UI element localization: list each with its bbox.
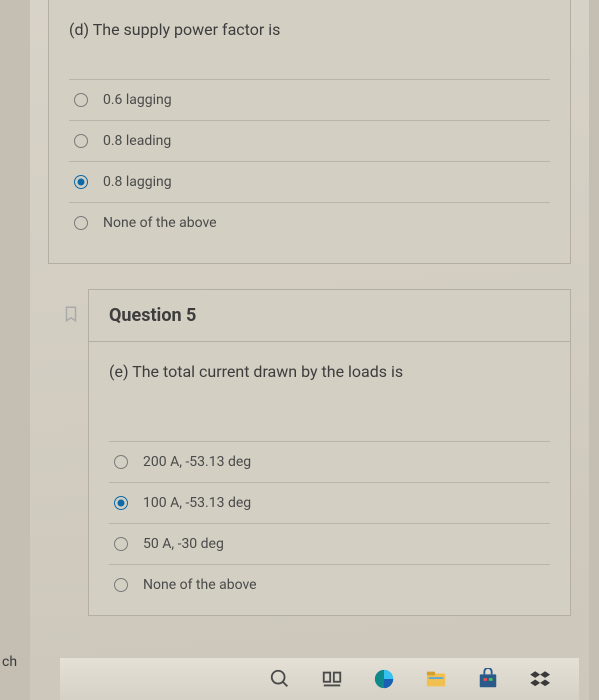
option-label: 0.6 lagging [103, 92, 172, 108]
question-5-title: Question 5 [109, 305, 550, 326]
option-row[interactable]: None of the above [109, 564, 550, 605]
question-5-card: Question 5 (e) The total current drawn b… [88, 289, 571, 616]
taskview-icon[interactable] [320, 667, 344, 691]
option-row[interactable]: 200 A, -53.13 deg [109, 441, 550, 482]
option-label: 0.8 leading [103, 133, 171, 149]
radio-icon[interactable] [114, 455, 128, 469]
option-label: None of the above [103, 215, 217, 231]
bookmark-icon[interactable] [62, 304, 80, 324]
question-d-prompt: (d) The supply power factor is [49, 0, 570, 79]
radio-icon[interactable] [74, 93, 88, 107]
left-label: ch [2, 654, 17, 670]
radio-icon[interactable] [74, 216, 88, 230]
dropbox-icon[interactable] [528, 667, 552, 691]
question-d-card: (d) The supply power factor is 0.6 laggi… [48, 0, 571, 264]
option-row[interactable]: 50 A, -30 deg [109, 523, 550, 564]
option-label: None of the above [143, 577, 257, 593]
radio-icon[interactable] [74, 175, 88, 189]
question-5-prompt: (e) The total current drawn by the loads… [89, 342, 570, 441]
store-icon[interactable] [476, 667, 500, 691]
option-row[interactable]: 0.8 lagging [69, 161, 550, 202]
taskbar [60, 658, 579, 700]
explorer-icon[interactable] [424, 667, 448, 691]
option-label: 100 A, -53.13 deg [143, 495, 251, 511]
radio-icon[interactable] [114, 578, 128, 592]
search-icon[interactable] [268, 667, 292, 691]
edge-icon[interactable] [372, 667, 396, 691]
option-row[interactable]: 0.6 lagging [69, 79, 550, 120]
option-label: 50 A, -30 deg [143, 536, 224, 552]
radio-icon[interactable] [74, 134, 88, 148]
option-label: 0.8 lagging [103, 174, 172, 190]
option-row[interactable]: 100 A, -53.13 deg [109, 482, 550, 523]
option-row[interactable]: 0.8 leading [69, 120, 550, 161]
radio-icon[interactable] [114, 537, 128, 551]
question-5-header: Question 5 [89, 290, 570, 342]
question-5-options: 200 A, -53.13 deg 100 A, -53.13 deg 50 A… [89, 441, 570, 615]
question-d-options: 0.6 lagging 0.8 leading 0.8 lagging None… [49, 79, 570, 253]
option-row[interactable]: None of the above [69, 202, 550, 243]
radio-icon[interactable] [114, 496, 128, 510]
option-label: 200 A, -53.13 deg [143, 454, 251, 470]
